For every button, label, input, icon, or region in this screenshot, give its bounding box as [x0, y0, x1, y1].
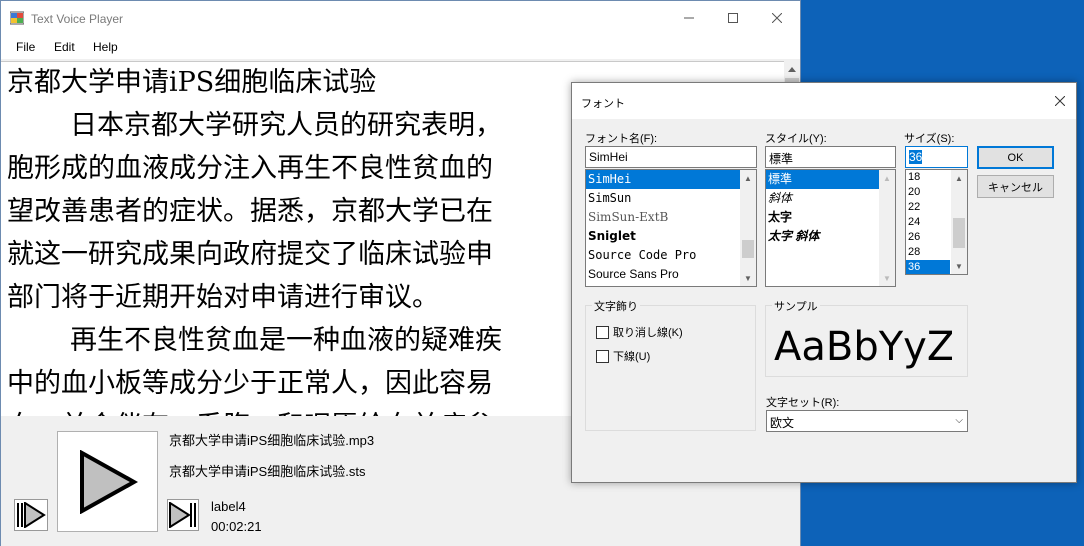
audio-file-name: 京都大学申请iPS细胞临床试验.mp3 — [169, 433, 375, 448]
skip-forward-icon — [169, 502, 196, 528]
size-label: サイズ(S): — [904, 133, 955, 145]
scroll-up-arrow-icon[interactable] — [784, 61, 800, 77]
maximize-icon — [728, 13, 738, 23]
size-input-value: 36 — [909, 150, 923, 164]
previous-button[interactable] — [14, 499, 48, 531]
style-label: スタイル(Y): — [765, 133, 827, 145]
charset-select[interactable]: 欧文 ⌵ — [766, 410, 968, 432]
style-list-scrollbar[interactable]: ▲ ▼ — [879, 170, 895, 286]
scroll-thumb[interactable] — [742, 240, 754, 258]
strikeout-label: 取り消し線(K) — [613, 327, 683, 339]
size-input[interactable]: 36 — [905, 146, 968, 168]
status-label: label4 — [211, 499, 246, 514]
scroll-thumb[interactable] — [953, 218, 965, 248]
menu-edit[interactable]: Edit — [54, 40, 75, 54]
checkbox-icon — [596, 349, 609, 363]
strikeout-checkbox[interactable]: 取り消し線(K) — [596, 324, 683, 340]
style-list-item[interactable]: 太字 斜体 — [766, 227, 895, 246]
effects-group: 文字飾り 取り消し線(K) 下線(U) — [585, 298, 756, 431]
font-list-item[interactable]: Sniglet — [586, 227, 756, 246]
dialog-close-button[interactable] — [1050, 91, 1070, 111]
font-list-item[interactable]: SimSun — [586, 189, 756, 208]
charset-value: 欧文 — [770, 416, 795, 430]
scroll-up-arrow-icon[interactable]: ▲ — [740, 170, 756, 186]
style-list-item[interactable]: 太字 — [766, 208, 895, 227]
sts-file-name: 京都大学申请iPS细胞临床试验.sts — [169, 464, 366, 479]
font-list-item[interactable]: SimHei — [586, 170, 756, 189]
underline-label: 下線(U) — [613, 351, 651, 363]
close-icon — [772, 13, 782, 23]
maximize-button[interactable] — [710, 1, 756, 35]
font-name-label: フォント名(F): — [585, 133, 658, 145]
font-name-list[interactable]: SimHei SimSun SimSun-ExtB Sniglet Source… — [585, 169, 757, 287]
font-list-item[interactable]: Source Code Pro — [586, 246, 756, 265]
menu-bar: File Edit Help — [1, 35, 800, 59]
size-list-scrollbar[interactable]: ▲ ▼ — [951, 170, 967, 274]
checkbox-icon — [596, 325, 609, 339]
charset-label: 文字セット(R): — [766, 397, 840, 409]
title-bar: Text Voice Player — [1, 1, 800, 35]
font-list-scrollbar[interactable]: ▲ ▼ — [740, 170, 756, 286]
menu-file[interactable]: File — [16, 40, 35, 54]
app-icon — [10, 11, 24, 25]
sample-label: サンプル — [772, 298, 820, 314]
style-list[interactable]: 標準 斜体 太字 太字 斜体 ▲ ▼ — [765, 169, 896, 287]
style-list-item[interactable]: 斜体 — [766, 189, 895, 208]
chevron-down-icon: ⌵ — [955, 415, 963, 426]
cancel-button[interactable]: キャンセル — [977, 175, 1054, 198]
close-button[interactable] — [754, 1, 800, 35]
style-input[interactable]: 標準 — [765, 146, 896, 168]
close-icon — [1055, 96, 1065, 106]
font-list-item[interactable]: Source Sans Pro — [586, 265, 756, 284]
playback-time: 00:02:21 — [211, 519, 262, 534]
sample-group: サンプル AaBbYyZz — [765, 298, 968, 377]
dialog-title-bar: フォント — [572, 83, 1076, 119]
menu-help[interactable]: Help — [93, 40, 118, 54]
dialog-title: フォント — [581, 98, 625, 110]
ok-button[interactable]: OK — [977, 146, 1054, 169]
effects-label: 文字飾り — [592, 298, 640, 314]
minimize-button[interactable] — [666, 1, 712, 35]
size-list-item[interactable]: 36 — [906, 260, 950, 274]
play-icon — [79, 449, 138, 514]
next-button[interactable] — [167, 499, 199, 531]
scroll-down-arrow-icon[interactable]: ▼ — [951, 258, 967, 274]
scroll-up-arrow-icon[interactable]: ▲ — [951, 170, 967, 186]
skip-back-icon — [17, 502, 46, 528]
window-title: Text Voice Player — [31, 12, 124, 26]
scroll-down-arrow-icon[interactable]: ▼ — [879, 270, 895, 286]
play-button[interactable] — [57, 431, 158, 532]
scroll-up-arrow-icon[interactable]: ▲ — [879, 170, 895, 186]
minimize-icon — [684, 17, 694, 19]
sample-preview: AaBbYyZz — [774, 324, 952, 370]
style-list-item[interactable]: 標準 — [766, 170, 895, 189]
font-list-item[interactable]: SimSun-ExtB — [586, 208, 756, 227]
underline-checkbox[interactable]: 下線(U) — [596, 348, 650, 364]
font-dialog: フォント フォント名(F): SimHei SimHei SimSun SimS… — [571, 82, 1077, 483]
scroll-down-arrow-icon[interactable]: ▼ — [740, 270, 756, 286]
size-list[interactable]: 18 20 22 24 26 28 36 ▲ ▼ — [905, 169, 968, 275]
font-name-input[interactable]: SimHei — [585, 146, 757, 168]
